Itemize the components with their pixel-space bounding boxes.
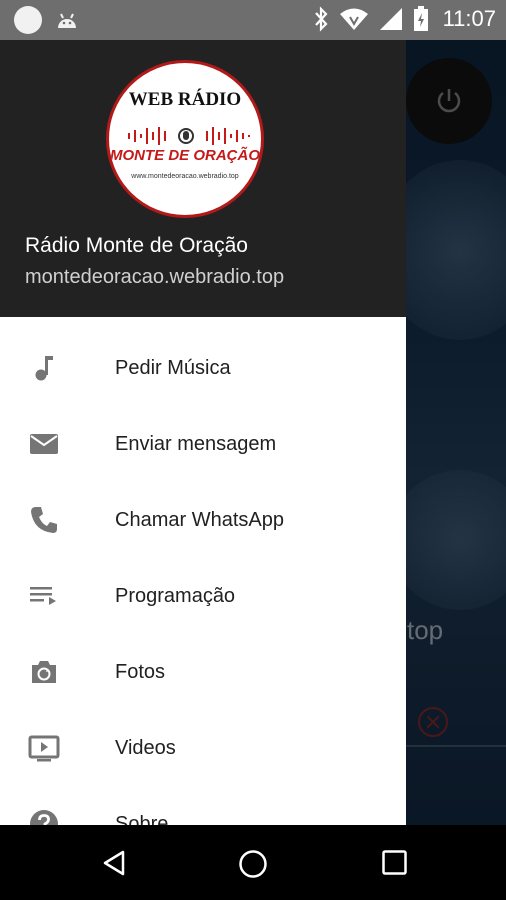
menu-item-label: Sobre	[115, 812, 169, 826]
phone-icon	[31, 507, 57, 533]
recents-icon[interactable]	[381, 849, 409, 877]
sound-wave-icon	[128, 127, 250, 145]
logo-title: WEB RÁDIO	[128, 89, 242, 110]
menu-item-fotos[interactable]: Fotos	[0, 634, 406, 710]
circle-notification-icon	[14, 6, 42, 34]
menu-item-label: Fotos	[115, 660, 166, 683]
menu-item-label: Videos	[115, 736, 176, 759]
drawer-header: WEB RÁDIO MONTE DE ORAÇÃO www.montedeora…	[0, 40, 406, 317]
camera-icon	[32, 661, 56, 683]
mail-icon	[30, 434, 58, 454]
menu-item-videos[interactable]: Videos	[0, 710, 406, 786]
drawer-menu: Pedir Música Enviar mensagem Chamar What…	[0, 330, 406, 825]
station-url: montedeoracao.webradio.top	[25, 266, 285, 288]
signal-icon	[379, 8, 402, 30]
menu-item-enviar-mensagem[interactable]: Enviar mensagem	[0, 406, 406, 482]
menu-item-label: Enviar mensagem	[115, 432, 277, 455]
video-icon	[28, 735, 60, 762]
menu-item-label: Programação	[115, 584, 236, 607]
back-icon[interactable]	[100, 849, 128, 877]
music-note-icon	[35, 356, 53, 381]
clock: 11:07	[442, 6, 496, 31]
menu-item-label: Pedir Música	[115, 356, 231, 379]
status-bar: 11:07	[0, 0, 506, 40]
battery-icon	[413, 6, 428, 31]
bluetooth-icon	[314, 6, 328, 32]
menu-item-label: Chamar WhatsApp	[115, 508, 284, 531]
station-logo: WEB RÁDIO MONTE DE ORAÇÃO www.montedeora…	[106, 60, 264, 218]
navigation-drawer: WEB RÁDIO MONTE DE ORAÇÃO www.montedeora…	[0, 40, 406, 825]
wifi-icon	[339, 8, 368, 30]
menu-item-chamar-whatsapp[interactable]: Chamar WhatsApp	[0, 482, 406, 558]
menu-item-pedir-musica[interactable]: Pedir Música	[0, 330, 406, 406]
logo-subtitle: MONTE DE ORAÇÃO	[110, 147, 260, 164]
navigation-bar	[0, 825, 506, 900]
logo-url: www.montedeoracao.webradio.top	[131, 173, 239, 180]
home-icon[interactable]	[237, 849, 269, 881]
menu-item-programacao[interactable]: Programação	[0, 558, 406, 634]
menu-item-sobre[interactable]: Sobre	[0, 786, 406, 825]
station-name: Rádio Monte de Oração	[25, 234, 248, 257]
help-icon	[30, 810, 58, 825]
android-icon	[58, 13, 76, 28]
playlist-icon	[30, 587, 56, 605]
